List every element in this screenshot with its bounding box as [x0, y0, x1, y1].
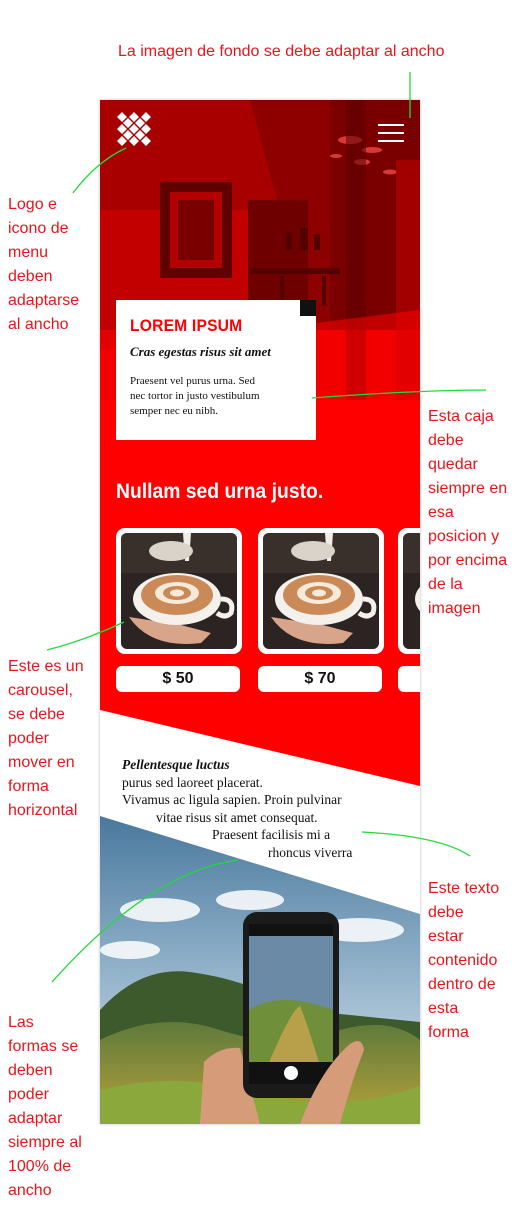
card-corner-decoration [300, 300, 316, 316]
latte-art-coffee-cup-icon [263, 533, 379, 649]
diamond-grid-logo-icon[interactable] [114, 112, 154, 152]
mobile-mockup: LOREM IPSUM Cras egestas risus sit amet … [100, 100, 420, 1124]
card-subtitle: Cras egestas risus sit amet [130, 344, 271, 359]
latte-art-coffee-cup-icon [403, 533, 420, 649]
annotation-shapes: Las formas se deben poder adaptar siempr… [8, 1014, 82, 1199]
card-body: Praesent vel purus urna. Sed nec tortor … [130, 375, 260, 417]
annotation-card-box: Esta caja debe quedar siempre en esa pos… [428, 408, 508, 617]
hamburger-menu-icon[interactable] [378, 122, 404, 144]
section-title: Nullam sed urna justo. [116, 480, 324, 503]
carousel-item-price[interactable]: $ 70 [258, 666, 382, 692]
annotation-text-shape: Este texto debe estar contenido dentro d… [428, 880, 500, 1041]
carousel-item-image[interactable] [258, 528, 384, 654]
featured-card: LOREM IPSUM Cras egestas risus sit amet … [116, 300, 316, 440]
latte-art-coffee-cup-icon [121, 533, 237, 649]
product-carousel[interactable]: $ 50 $ 70 [100, 528, 420, 698]
carousel-item-image[interactable] [398, 528, 420, 654]
carousel-item[interactable]: $ 70 [258, 528, 384, 692]
carousel-item-price[interactable] [398, 666, 420, 692]
card-title: LOREM IPSUM [130, 316, 243, 335]
annotation-logo-menu: Logo e icono de menu deben adaptarse al … [8, 196, 80, 333]
bottom-section: Pellentesque luctus purus sed laoreet pl… [100, 710, 420, 1124]
carousel-item-image[interactable] [116, 528, 242, 654]
annotation-background: La imagen de fondo se debe adaptar al an… [118, 43, 445, 60]
annotation-carousel: Este es un carousel, se debe poder mover… [8, 658, 84, 819]
carousel-item[interactable] [398, 528, 420, 692]
carousel-item[interactable]: $ 50 [116, 528, 242, 692]
carousel-item-price[interactable]: $ 50 [116, 666, 240, 692]
